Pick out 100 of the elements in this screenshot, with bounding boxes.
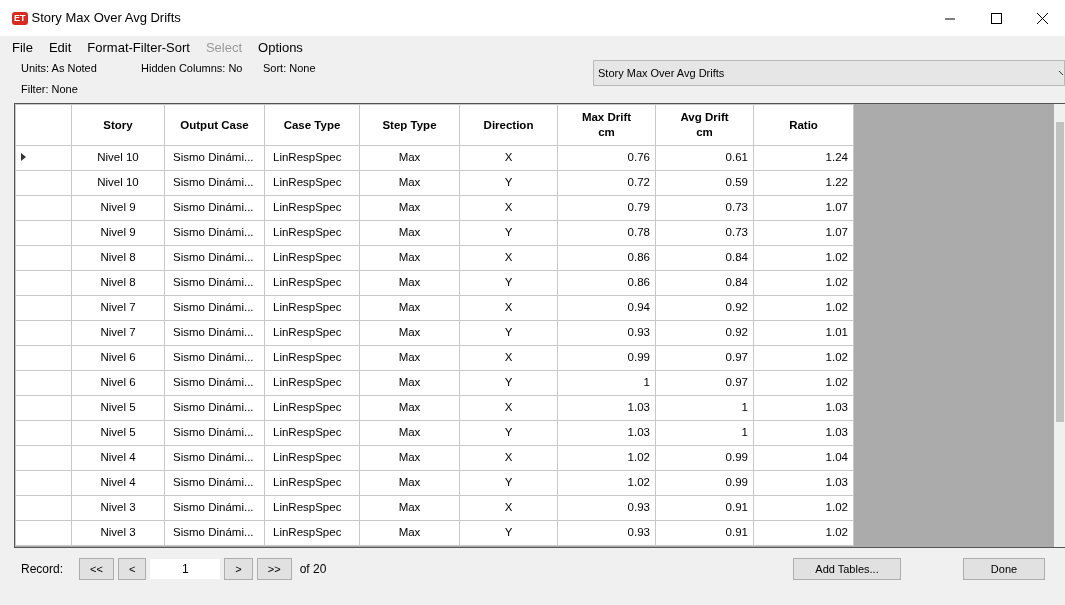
menu-item[interactable]: Options (258, 38, 303, 58)
table-cell: LinRespSpec (264, 495, 360, 521)
row-header[interactable] (15, 245, 72, 271)
table-cell: Y (459, 470, 558, 496)
table-cell: Sismo Dinámi... (164, 170, 265, 196)
units-label: Units: As Noted (21, 61, 98, 76)
column-header: Case Type (264, 104, 360, 146)
table-cell: Y (459, 420, 558, 446)
row-header[interactable] (15, 445, 72, 471)
table-cell: 1.02 (753, 270, 854, 296)
row-header[interactable] (15, 520, 72, 546)
row-header[interactable] (15, 345, 72, 371)
table-cell: 0.84 (655, 270, 754, 296)
row-header[interactable] (15, 470, 72, 496)
table-cell: 0.92 (655, 320, 754, 346)
menu-item[interactable]: Format-Filter-Sort (87, 38, 190, 58)
column-header: Avg Drift cm (655, 104, 754, 146)
table-cell: 1 (655, 395, 754, 421)
table-cell: 1.07 (753, 195, 854, 221)
hidden-columns-label: Hidden Columns: No (141, 61, 244, 76)
record-count: of 20 (299, 561, 327, 578)
table-cell: Sismo Dinámi... (164, 370, 265, 396)
table-cell: Sismo Dinámi... (164, 520, 265, 546)
table-cell: Max (359, 220, 460, 246)
table-cell: Nivel 9 (71, 220, 165, 246)
row-header[interactable] (15, 420, 72, 446)
table-cell: 0.86 (557, 270, 656, 296)
table-cell: 0.86 (557, 245, 656, 271)
row-header[interactable] (15, 195, 72, 221)
table-cell: Y (459, 520, 558, 546)
table-cell: LinRespSpec (264, 445, 360, 471)
table-cell: LinRespSpec (264, 395, 360, 421)
row-header[interactable] (15, 145, 72, 171)
table-cell: 1.02 (753, 370, 854, 396)
table-cell: X (459, 295, 558, 321)
table-cell: X (459, 395, 558, 421)
table-cell: Max (359, 470, 460, 496)
close-icon[interactable] (1036, 12, 1048, 24)
table-cell: 0.73 (655, 220, 754, 246)
column-header: Output Case (164, 104, 265, 146)
table-cell: Nivel 7 (71, 295, 165, 321)
table-cell: 1.03 (753, 420, 854, 446)
table-cell: Max (359, 495, 460, 521)
column-header: Story (71, 104, 165, 146)
table-cell: 0.78 (557, 220, 656, 246)
previous-record-button[interactable]: < (117, 558, 147, 580)
scrollbar[interactable] (1054, 104, 1065, 547)
menu-item[interactable]: Edit (48, 38, 72, 58)
row-header[interactable] (15, 495, 72, 521)
table-cell: 1.02 (753, 345, 854, 371)
table-cell: 1 (655, 420, 754, 446)
row-header[interactable] (15, 320, 72, 346)
table-cell: LinRespSpec (264, 520, 360, 546)
table-cell: 0.91 (655, 495, 754, 521)
row-header[interactable] (15, 370, 72, 396)
table-cell: Sismo Dinámi... (164, 220, 265, 246)
table-select[interactable]: Story Max Over Avg Drifts (593, 60, 1065, 86)
table-cell: 0.61 (655, 145, 754, 171)
table-cell: X (459, 245, 558, 271)
row-header[interactable] (15, 220, 72, 246)
column-header: Max Drift cm (557, 104, 656, 146)
table-cell: Nivel 9 (71, 195, 165, 221)
filter-label: Filter: None (21, 82, 78, 95)
table-cell: Y (459, 320, 558, 346)
table-cell: Max (359, 520, 460, 546)
table-cell: LinRespSpec (264, 245, 360, 271)
row-header[interactable] (15, 295, 72, 321)
table-cell: 0.73 (655, 195, 754, 221)
done-button[interactable]: Done (963, 558, 1045, 580)
table-cell: X (459, 145, 558, 171)
table-cell: Sismo Dinámi... (164, 270, 265, 296)
first-record-button[interactable]: << (79, 558, 114, 580)
table-cell: 0.94 (557, 295, 656, 321)
table-cell: 0.79 (557, 195, 656, 221)
table-cell: Max (359, 145, 460, 171)
table-cell: Sismo Dinámi... (164, 320, 265, 346)
column-header: Direction (459, 104, 558, 146)
row-header[interactable] (15, 270, 72, 296)
table-cell: 1 (557, 370, 656, 396)
next-record-button[interactable]: > (224, 558, 253, 580)
menu-item[interactable]: File (12, 38, 33, 58)
table-cell: Y (459, 170, 558, 196)
table-cell: Nivel 7 (71, 320, 165, 346)
table-cell: Max (359, 445, 460, 471)
row-header[interactable] (15, 170, 72, 196)
row-header[interactable] (15, 395, 72, 421)
table-cell: Nivel 4 (71, 445, 165, 471)
table-cell: Max (359, 395, 460, 421)
table-cell: Nivel 10 (71, 145, 165, 171)
table-cell: LinRespSpec (264, 345, 360, 371)
last-record-button[interactable]: >> (256, 558, 292, 580)
table-cell: 0.97 (655, 345, 754, 371)
window-title: Story Max Over Avg Drifts (31, 9, 182, 28)
table-cell: Sismo Dinámi... (164, 295, 265, 321)
add-tables-button[interactable]: Add Tables... (793, 558, 901, 580)
table-cell: Max (359, 320, 460, 346)
maximize-icon[interactable] (990, 12, 1002, 24)
record-field[interactable]: 1 (150, 559, 221, 579)
table-cell: 1.01 (753, 320, 854, 346)
table-cell: X (459, 445, 558, 471)
